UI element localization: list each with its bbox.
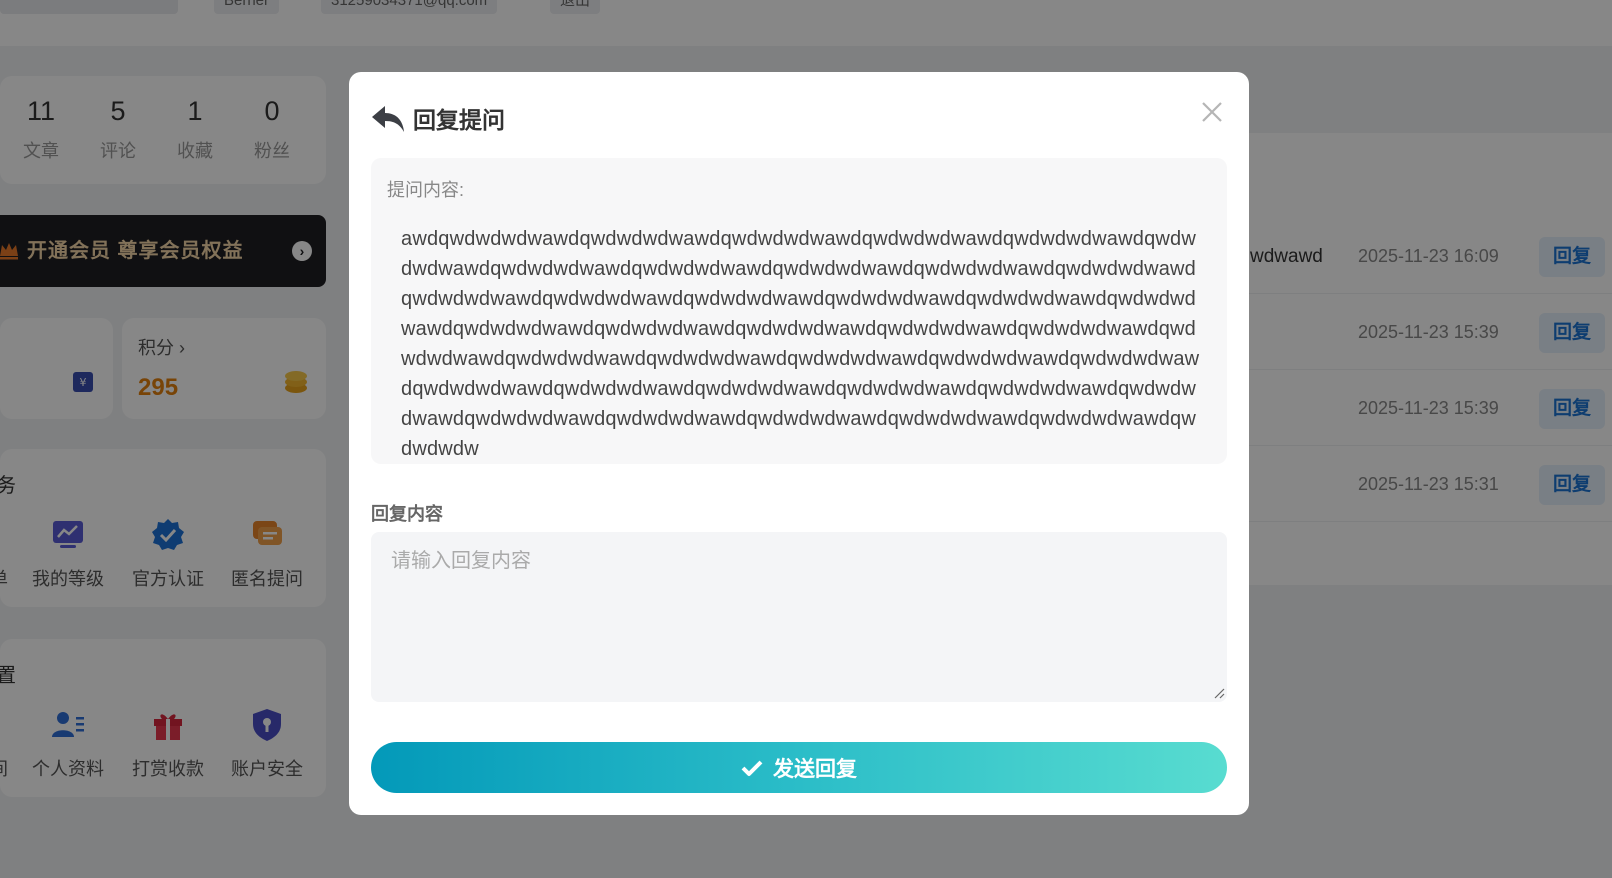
resize-handle-icon[interactable] (1213, 687, 1225, 699)
send-reply-label: 发送回复 (773, 757, 857, 781)
question-content-label: 提问内容: (387, 180, 465, 200)
modal-title: 回复提问 (413, 107, 505, 133)
reply-content-input[interactable] (371, 532, 1227, 702)
reply-content-label: 回复内容 (371, 504, 443, 524)
reply-arrow-icon (372, 106, 404, 132)
reply-question-modal: 回复提问 提问内容: awdqwdwdwdwawdqwdwdwdwawdqwdw… (349, 72, 1249, 815)
close-icon[interactable] (1199, 99, 1225, 125)
check-icon (741, 760, 763, 776)
question-content-text: awdqwdwdwdwawdqwdwdwdwawdqwdwdwdwawdqwdw… (401, 228, 1200, 460)
question-content-box: 提问内容: awdqwdwdwdwawdqwdwdwdwawdqwdwdwdwa… (371, 158, 1227, 464)
send-reply-button[interactable]: 发送回复 (371, 742, 1227, 793)
